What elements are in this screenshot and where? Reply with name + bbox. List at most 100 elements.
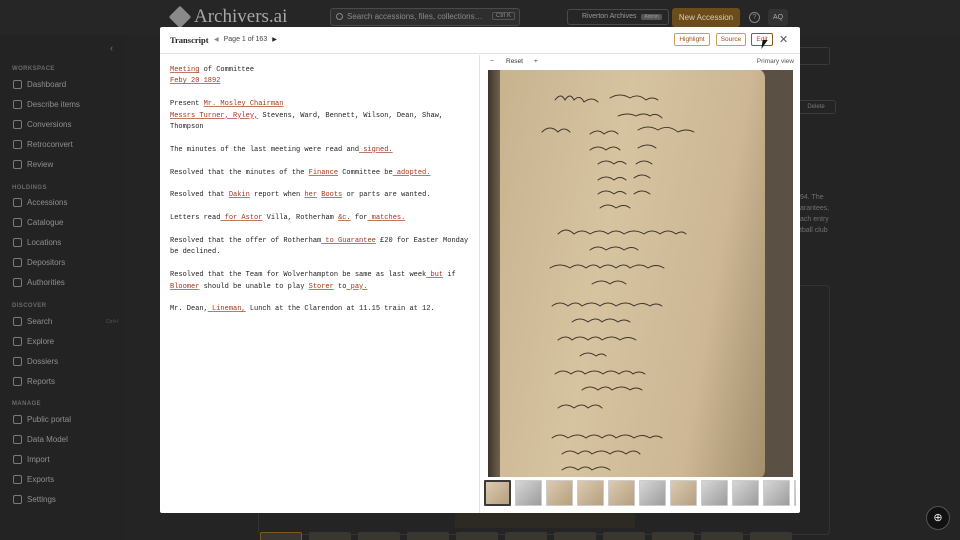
sidebar-item-import[interactable]: Import xyxy=(13,455,118,464)
entity-highlight[interactable]: Boots xyxy=(321,191,342,199)
entity-highlight[interactable]: matches. xyxy=(367,214,406,222)
sidebar-item-public-portal[interactable]: Public portal xyxy=(13,415,118,424)
global-search-input[interactable]: Search accessions, files, collections… C… xyxy=(330,8,520,26)
page-thumbnail[interactable] xyxy=(639,480,666,506)
portal-icon xyxy=(13,415,22,424)
conversions-icon xyxy=(13,120,22,129)
sidebar-item-catalogue[interactable]: Catalogue xyxy=(13,218,118,227)
transcript-text-run: for xyxy=(350,214,368,223)
accessions-icon xyxy=(13,198,22,207)
entity-highlight[interactable]: for Astor xyxy=(220,214,263,222)
sidebar-item-label: Retroconvert xyxy=(27,140,73,149)
transcript-text[interactable]: Meeting of Committee Feby 20 1892 Present… xyxy=(160,55,480,513)
collapse-sidebar-button[interactable]: ‹ xyxy=(110,43,113,53)
entity-highlight[interactable]: Storer xyxy=(309,283,334,291)
review-icon xyxy=(13,160,22,169)
sidebar-item-conversions[interactable]: Conversions xyxy=(13,120,118,129)
transcript-text-run: Resolved that xyxy=(170,191,229,200)
page-thumbnail[interactable] xyxy=(608,480,635,506)
sidebar-item-review[interactable]: Review xyxy=(13,160,118,169)
handwriting-scribbles xyxy=(541,94,695,471)
locations-icon xyxy=(13,238,22,247)
sidebar-item-data-model[interactable]: Data Model xyxy=(13,435,118,444)
entity-highlight[interactable]: pay. xyxy=(346,283,368,291)
page-thumbnail[interactable] xyxy=(670,480,697,506)
import-icon xyxy=(13,455,22,464)
background-thumbnail xyxy=(505,532,547,540)
search-icon xyxy=(336,13,343,20)
transcript-text-run: Resolved that the offer of Rotherham xyxy=(170,237,322,245)
help-icon[interactable]: ? xyxy=(749,12,760,23)
delete-button[interactable]: Delete xyxy=(796,100,836,114)
sidebar-item-label: Accessions xyxy=(27,198,68,207)
zoom-out-button[interactable]: − xyxy=(490,58,494,65)
authorities-icon xyxy=(13,278,22,287)
avatar[interactable]: AQ xyxy=(768,9,788,26)
app-logo[interactable]: Archivers.ai xyxy=(168,5,287,29)
sidebar-item-explore[interactable]: Explore xyxy=(13,337,118,346)
sidebar-item-search[interactable]: Search Ctrl+/ xyxy=(13,317,118,326)
sidebar-item-settings[interactable]: Settings xyxy=(13,495,118,504)
sidebar-item-reports[interactable]: Reports xyxy=(13,377,118,386)
sidebar-item-authorities[interactable]: Authorities xyxy=(13,278,118,287)
transcript-text-run: or parts are wanted. xyxy=(342,191,431,200)
close-icon[interactable]: ✕ xyxy=(779,33,788,46)
archive-selector[interactable]: Riverton Archives Admin xyxy=(567,9,669,25)
entity-highlight[interactable]: Bloomer xyxy=(170,283,199,291)
sidebar-item-exports[interactable]: Exports xyxy=(13,475,118,484)
entity-highlight[interactable]: Feby 20 1892 xyxy=(170,77,220,85)
sidebar-item-depositors[interactable]: Depositors xyxy=(13,258,118,267)
transcript-text-run: Committee be xyxy=(338,168,393,177)
entity-highlight[interactable]: Meeting xyxy=(170,66,199,74)
page-thumbnail[interactable] xyxy=(732,480,759,506)
entity-highlight[interactable]: Messrs Turner, Ryley, xyxy=(170,112,258,120)
sidebar-item-describe-items[interactable]: Describe items xyxy=(13,100,118,109)
view-selector[interactable]: Primary view xyxy=(757,58,794,65)
page-navigator: ◀ Page 1 of 163 ▶ xyxy=(214,36,277,43)
sidebar-item-accessions[interactable]: Accessions xyxy=(13,198,118,207)
page-thumbnail[interactable] xyxy=(546,480,573,506)
describe-icon xyxy=(13,100,22,109)
page-thumbnail[interactable] xyxy=(515,480,542,506)
accessibility-fab-button[interactable]: ⊕ xyxy=(926,506,950,530)
entity-highlight[interactable]: signed. xyxy=(359,146,392,154)
page-thumbnail[interactable] xyxy=(794,480,796,506)
sidebar-item-label: Settings xyxy=(27,495,56,504)
entity-highlight[interactable]: &c. xyxy=(338,214,351,222)
entity-highlight[interactable]: but xyxy=(426,271,443,279)
search-icon xyxy=(13,317,22,326)
sidebar-item-retroconvert[interactable]: Retroconvert xyxy=(13,140,118,149)
transcript-text-run: Stevens, Ward, Bennett, Wilson, Dean, Sh… xyxy=(258,111,444,120)
entity-highlight[interactable]: Lineman, xyxy=(208,305,246,313)
entity-highlight[interactable]: adopted. xyxy=(393,169,431,177)
dossiers-icon xyxy=(13,357,22,366)
highlight-button[interactable]: Highlight xyxy=(674,33,710,46)
source-button[interactable]: Source xyxy=(716,33,746,46)
background-thumbnail xyxy=(407,532,449,540)
sidebar-item-locations[interactable]: Locations xyxy=(13,238,118,247)
background-thumbnail xyxy=(554,532,596,540)
sidebar-item-label: Locations xyxy=(27,238,62,247)
new-accession-button[interactable]: New Accession xyxy=(672,8,740,27)
page-thumbnail[interactable] xyxy=(484,480,511,506)
sidebar-item-dossiers[interactable]: Dossiers xyxy=(13,357,118,366)
zoom-in-button[interactable]: + xyxy=(534,58,538,65)
transcript-text-run: Letters read xyxy=(170,214,221,223)
page-thumbnail[interactable] xyxy=(577,480,604,506)
background-thumbnail xyxy=(456,532,498,540)
sidebar-item-dashboard[interactable]: Dashboard xyxy=(13,80,118,89)
prev-page-button[interactable]: ◀ xyxy=(214,36,219,43)
entity-highlight[interactable]: her xyxy=(304,191,317,199)
entity-highlight[interactable]: Dakin xyxy=(229,191,250,199)
next-page-button[interactable]: ▶ xyxy=(272,36,277,43)
reset-zoom-button[interactable]: Reset xyxy=(506,58,523,65)
page-thumbnail[interactable] xyxy=(701,480,728,506)
modal-header: Transcript ◀ Page 1 of 163 ▶ Highlight S… xyxy=(160,27,800,54)
manuscript-page-image[interactable] xyxy=(488,70,793,477)
transcript-text-run: Thompson xyxy=(170,123,204,132)
entity-highlight[interactable]: to Guarantee xyxy=(321,237,375,245)
page-thumbnail[interactable] xyxy=(763,480,790,506)
manuscript-paper xyxy=(500,70,765,477)
entity-highlight[interactable]: Mr. Mosley Chairman xyxy=(204,100,284,108)
entity-highlight[interactable]: Finance xyxy=(309,169,338,177)
